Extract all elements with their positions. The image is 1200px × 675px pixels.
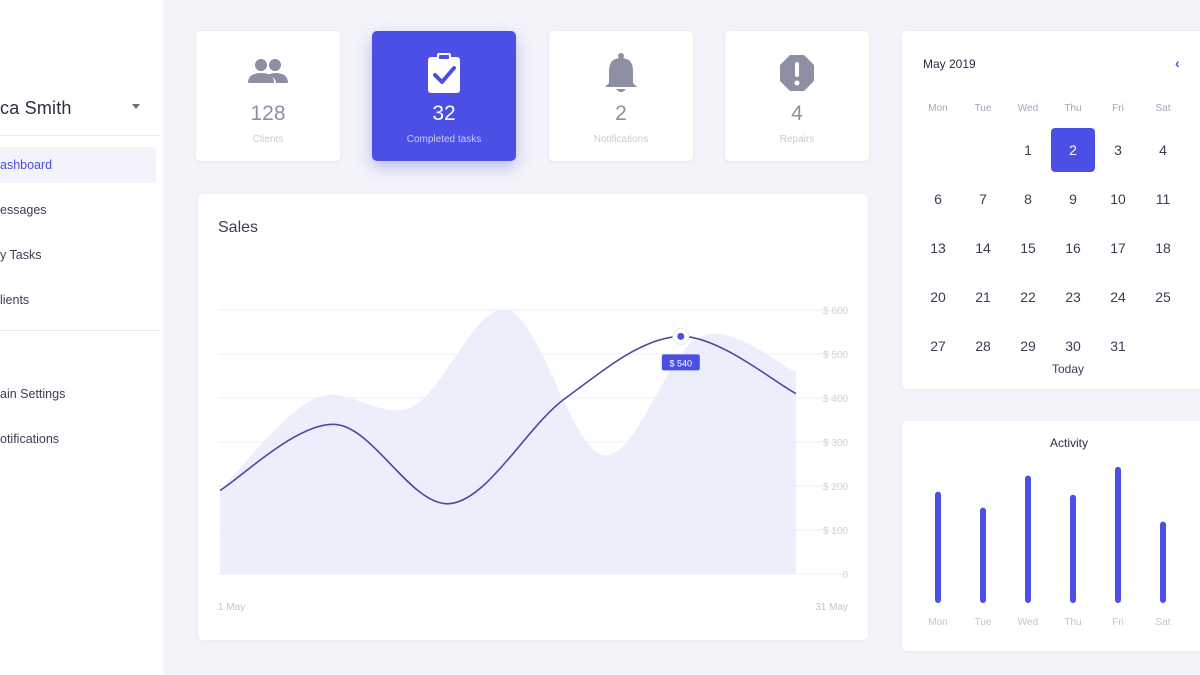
stat-card-notifications[interactable]: 2 Notifications — [549, 31, 693, 161]
sidebar-item-dashboard[interactable]: ashboard — [0, 147, 156, 183]
calendar-day[interactable]: 4 — [1141, 128, 1185, 172]
x-tick-label: 31 May — [815, 602, 848, 613]
calendar-day[interactable]: 17 — [1096, 226, 1140, 270]
activity-bar — [1025, 475, 1031, 603]
calendar-day[interactable]: 10 — [1096, 177, 1140, 221]
clipboard-check-icon — [428, 53, 460, 93]
user-menu[interactable]: ca Smith — [0, 96, 163, 124]
tooltip-label: $ 540 — [670, 358, 693, 368]
stat-label: Clients — [252, 134, 284, 145]
calendar-day[interactable]: 15 — [1006, 226, 1050, 270]
sidebar-item-clients[interactable]: lients — [0, 282, 156, 318]
calendar-day[interactable]: 29 — [1006, 324, 1050, 368]
sidebar-item-messages[interactable]: essages — [0, 192, 156, 228]
calendar-day[interactable]: 9 — [1051, 177, 1095, 221]
calendar-day[interactable]: 1 — [1006, 128, 1050, 172]
stat-value: 128 — [250, 102, 286, 125]
today-button[interactable]: Today — [1052, 362, 1084, 376]
sidebar-item-notifications[interactable]: otifications — [0, 421, 156, 457]
calendar-day[interactable]: 20 — [916, 275, 960, 319]
x-tick-label: 1 May — [218, 602, 245, 613]
calendar-day[interactable]: 31 — [1096, 324, 1140, 368]
chevron-left-icon[interactable]: ‹ — [1175, 56, 1189, 70]
activity-label: Wed — [1018, 617, 1038, 628]
calendar-day[interactable]: 14 — [961, 226, 1005, 270]
sales-chart: $ 600 $ 500 $ 400 $ 300 $ 200 $ 100 0 1 May 31 M… — [218, 306, 848, 613]
calendar-day[interactable]: 21 — [961, 275, 1005, 319]
y-tick-label: $ 100 — [823, 526, 848, 537]
activity-bar — [1115, 466, 1121, 603]
calendar-weekday: Thu — [1064, 103, 1082, 114]
activity-bar — [980, 507, 986, 603]
y-tick-label: $ 600 — [823, 306, 848, 317]
stat-card-clients[interactable]: 128 Clients — [196, 31, 340, 161]
sidebar-item-main-settings[interactable]: ain Settings — [0, 376, 156, 412]
activity-card: Activity Mon Tue Wed Thu Fri Sat — [902, 421, 1200, 651]
y-tick-label: $ 400 — [823, 394, 848, 405]
stat-card-completed-tasks[interactable]: 32 Completed tasks — [372, 31, 516, 161]
calendar-weekday: Mon — [928, 103, 948, 114]
calendar-day[interactable]: 28 — [961, 324, 1005, 368]
sidebar-item-my-tasks[interactable]: y Tasks — [0, 237, 156, 273]
activity-label: Tue — [975, 617, 992, 628]
caret-down-icon[interactable] — [132, 104, 140, 109]
alert-icon — [780, 55, 814, 91]
y-tick-label: 0 — [842, 570, 848, 581]
user-name: ca Smith — [0, 98, 72, 118]
calendar-weekday: Fri — [1112, 103, 1124, 114]
calendar-weekday: Wed — [1017, 103, 1039, 114]
activity-chart: Mon Tue Wed Thu Fri Sat — [928, 466, 1171, 628]
activity-bar — [935, 491, 941, 603]
calendar-weekday: Sat — [1155, 103, 1171, 114]
sales-card: Sales $ 600 $ 500 $ 400 $ 300 $ 200 $ 100 0 1 M… — [198, 194, 868, 640]
sidebar-divider — [0, 330, 160, 331]
calendar-day[interactable]: 2 — [1051, 128, 1095, 172]
stat-label: Completed tasks — [406, 134, 482, 145]
stat-value: 2 — [615, 102, 627, 125]
y-tick-label: $ 200 — [823, 482, 848, 493]
stat-label: Notifications — [593, 134, 649, 145]
activity-label: Sat — [1155, 617, 1170, 628]
calendar-day[interactable]: 25 — [1141, 275, 1185, 319]
calendar-day[interactable]: 18 — [1141, 226, 1185, 270]
calendar-day[interactable]: 8 — [1006, 177, 1050, 221]
activity-label: Mon — [928, 617, 947, 628]
bell-icon — [605, 53, 637, 92]
stat-value: 4 — [791, 102, 803, 125]
calendar-day[interactable]: 11 — [1141, 177, 1185, 221]
sidebar-divider — [0, 135, 160, 136]
calendar-day[interactable]: 16 — [1051, 226, 1095, 270]
highlight-point — [677, 332, 685, 340]
calendar-day[interactable]: 24 — [1096, 275, 1140, 319]
calendar-month: May 2019 — [923, 57, 976, 71]
y-tick-label: $ 500 — [823, 350, 848, 361]
calendar-day[interactable]: 22 — [1006, 275, 1050, 319]
calendar-day[interactable]: 13 — [916, 226, 960, 270]
calendar-day[interactable]: 23 — [1051, 275, 1095, 319]
calendar-day[interactable]: 27 — [916, 324, 960, 368]
stat-label: Repairs — [779, 134, 815, 145]
calendar-day[interactable]: 3 — [1096, 128, 1140, 172]
stat-card-repairs[interactable]: 4 Repairs — [725, 31, 869, 161]
calendar: May 2019 ‹ Mon Tue Wed Thu Fri Sat 1 2 3 4 6 7 8 9 10 1… — [902, 31, 1200, 389]
calendar-day[interactable]: 7 — [961, 177, 1005, 221]
y-tick-label: $ 300 — [823, 438, 848, 449]
calendar-weekday: Tue — [974, 103, 992, 114]
activity-bar — [1160, 521, 1166, 603]
activity-label: Thu — [1064, 617, 1081, 628]
activity-bar — [1070, 494, 1076, 603]
sidebar: ca Smith ashboard essages y Tasks lients… — [0, 0, 163, 675]
activity-label: Fri — [1112, 617, 1124, 628]
stat-value: 32 — [432, 102, 456, 125]
clients-icon — [248, 59, 288, 83]
sales-area-series — [220, 309, 796, 574]
calendar-day[interactable]: 6 — [916, 177, 960, 221]
